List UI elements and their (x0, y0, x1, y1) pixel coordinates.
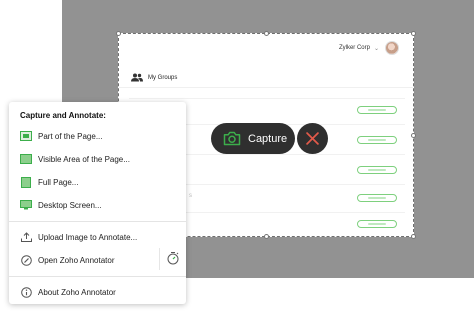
resize-handle-br[interactable] (411, 234, 416, 239)
part-page-icon (20, 131, 32, 141)
resize-handle-mr[interactable] (411, 133, 416, 138)
status-pill (357, 106, 397, 114)
visible-area-icon (20, 154, 32, 164)
capture-button[interactable]: Capture (211, 123, 295, 154)
people-icon (131, 73, 143, 82)
menu-item-desktop-screen[interactable]: Desktop Screen... (9, 195, 186, 215)
close-icon (306, 132, 319, 145)
menu-item-label: Upload Image to Annotate... (38, 232, 138, 242)
upload-icon (20, 232, 32, 242)
chevron-down-icon[interactable]: ⌄ (374, 45, 379, 52)
menu-item-label: Full Page... (38, 177, 79, 187)
screen-stage: Zylker Corp ⌄ My Groups s Capture Captur… (0, 0, 474, 316)
my-groups-row[interactable]: My Groups (119, 68, 413, 88)
avatar[interactable] (385, 41, 399, 55)
status-pill (357, 166, 397, 174)
menu-item-label: Desktop Screen... (38, 200, 102, 210)
menu-item-open-annotator[interactable]: Open Zoho Annotator (9, 250, 186, 270)
info-icon (20, 286, 32, 298)
menu-item-upload-image[interactable]: Upload Image to Annotate... (9, 227, 186, 247)
menu-item-part-of-page[interactable]: Part of the Page... (9, 126, 186, 146)
annotator-icon (20, 254, 32, 266)
menu-item-label: About Zoho Annotator (38, 287, 116, 297)
menu-item-about[interactable]: About Zoho Annotator (9, 282, 186, 302)
list-divider (129, 98, 405, 99)
status-pill (357, 136, 397, 144)
full-page-icon (20, 176, 32, 188)
menu-item-label: Part of the Page... (38, 131, 103, 141)
row-text: s (189, 193, 192, 199)
desktop-screen-icon (20, 200, 32, 210)
menu-title: Capture and Annotate: (20, 111, 106, 120)
org-name[interactable]: Zylker Corp (339, 45, 370, 51)
capture-label: Capture (248, 132, 288, 145)
camera-icon (223, 131, 241, 146)
groups-label: My Groups (148, 74, 178, 81)
capture-menu: Capture and Annotate: Part of the Page..… (9, 102, 186, 304)
status-pill (357, 220, 397, 228)
cancel-capture-button[interactable] (297, 123, 328, 154)
menu-separator (9, 276, 186, 277)
resize-handle-bm[interactable] (264, 234, 269, 239)
menu-item-label: Visible Area of the Page... (38, 154, 130, 164)
menu-item-label: Open Zoho Annotator (38, 255, 115, 265)
status-pill (357, 194, 397, 202)
app-header: Zylker Corp ⌄ (119, 34, 413, 62)
menu-separator (9, 221, 186, 222)
menu-item-full-page[interactable]: Full Page... (9, 172, 186, 192)
menu-item-visible-area[interactable]: Visible Area of the Page... (9, 149, 186, 169)
